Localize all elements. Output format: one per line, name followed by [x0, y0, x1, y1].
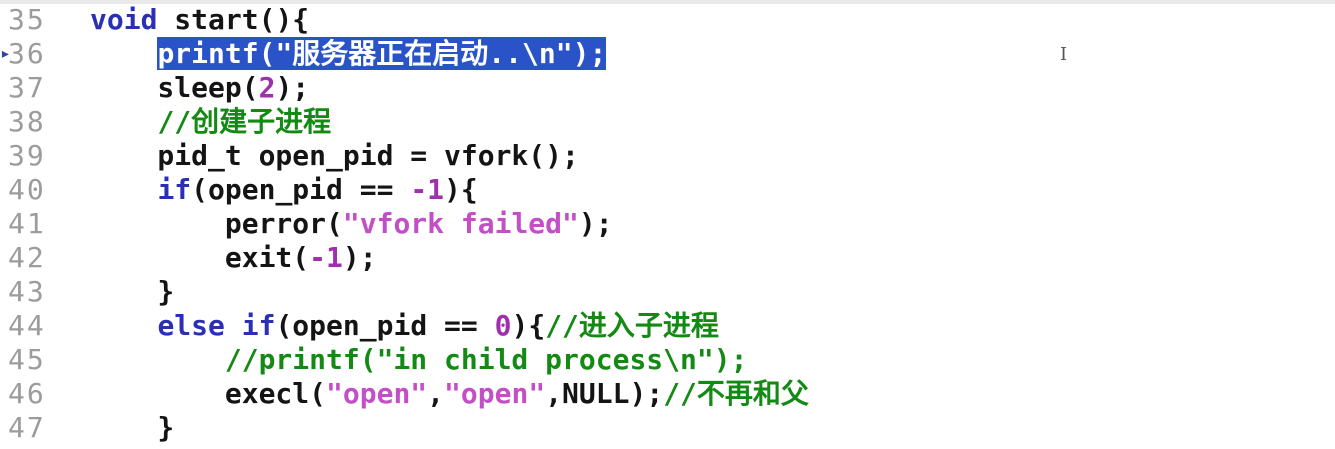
- code-text[interactable]: }: [90, 411, 174, 445]
- code-text[interactable]: perror("vfork failed");: [90, 207, 613, 241]
- code-text[interactable]: exit(-1);: [90, 241, 377, 275]
- line-number[interactable]: 37: [8, 71, 68, 105]
- line-number[interactable]: 40: [8, 173, 68, 207]
- code-token: sleep(: [90, 71, 259, 104]
- code-token: }: [90, 275, 175, 308]
- code-token: exit(: [90, 241, 310, 274]
- line-number[interactable]: 42: [8, 241, 68, 275]
- line-number[interactable]: 36: [8, 37, 68, 71]
- code-token: ,: [427, 377, 445, 410]
- code-editor[interactable]: 35 void start(){ 36 ▸ printf("服务器正在启动..\n")…: [0, 0, 1335, 449]
- number-token: -1: [309, 241, 343, 274]
- comment-token: //printf("in child process\n");: [224, 343, 748, 376]
- line-number[interactable]: 43: [8, 275, 68, 309]
- code-text[interactable]: //printf("in child process\n");: [90, 343, 748, 377]
- code-token: );: [275, 71, 310, 104]
- code-token: ){: [511, 309, 546, 342]
- line-number[interactable]: 45: [8, 343, 68, 377]
- string-token: "open": [444, 377, 546, 410]
- code-token: );: [342, 241, 377, 274]
- bookmark-arrow-icon: ▸: [0, 43, 11, 64]
- line-number[interactable]: 46: [8, 377, 68, 411]
- line-number[interactable]: 35: [8, 3, 68, 37]
- code-text[interactable]: printf("服务器正在启动..\n");: [90, 37, 607, 71]
- code-token: ){: [444, 173, 478, 206]
- number-token: -1: [410, 173, 445, 206]
- code-token: );: [578, 207, 613, 240]
- keyword-token: void: [90, 3, 158, 36]
- code-text[interactable]: }: [90, 275, 174, 309]
- code-token: ,NULL);: [545, 377, 664, 410]
- string-token: "open": [326, 377, 428, 410]
- text-cursor-icon: I: [1060, 44, 1068, 65]
- code-text[interactable]: void start(){: [90, 3, 309, 37]
- code-token: execl(: [90, 377, 327, 410]
- code-token: start(){: [157, 3, 310, 36]
- code-token: pid_t open_pid = vfork();: [90, 139, 579, 172]
- keyword-token: else if: [157, 309, 276, 342]
- code-text[interactable]: //创建子进程: [90, 105, 331, 139]
- selected-text: printf("服务器正在启动..\n");: [157, 37, 607, 70]
- line-number[interactable]: 39: [8, 139, 68, 173]
- comment-token: //创建子进程: [157, 105, 332, 138]
- number-token: 2: [258, 71, 276, 104]
- code-text[interactable]: sleep(2);: [90, 71, 309, 105]
- line-number[interactable]: 41: [8, 207, 68, 241]
- comment-token: //不再和父: [663, 377, 809, 410]
- code-token: (open_pid ==: [275, 309, 495, 342]
- keyword-token: if: [157, 173, 192, 206]
- comment-token: //进入子进程: [545, 309, 719, 342]
- line-number[interactable]: 38: [8, 105, 68, 139]
- code-text[interactable]: else if(open_pid == 0){//进入子进程: [90, 309, 719, 343]
- code-token: perror(: [90, 207, 343, 240]
- code-text[interactable]: if(open_pid == -1){: [90, 173, 478, 207]
- line-number[interactable]: 47: [8, 411, 68, 445]
- number-token: 0: [494, 309, 512, 342]
- line-number[interactable]: 44: [8, 309, 68, 343]
- code-token: }: [90, 411, 175, 444]
- code-text[interactable]: execl("open","open",NULL);//不再和父: [90, 377, 809, 411]
- code-text[interactable]: pid_t open_pid = vfork();: [90, 139, 579, 173]
- string-token: "vfork failed": [342, 207, 579, 240]
- code-token: (open_pid ==: [191, 173, 411, 206]
